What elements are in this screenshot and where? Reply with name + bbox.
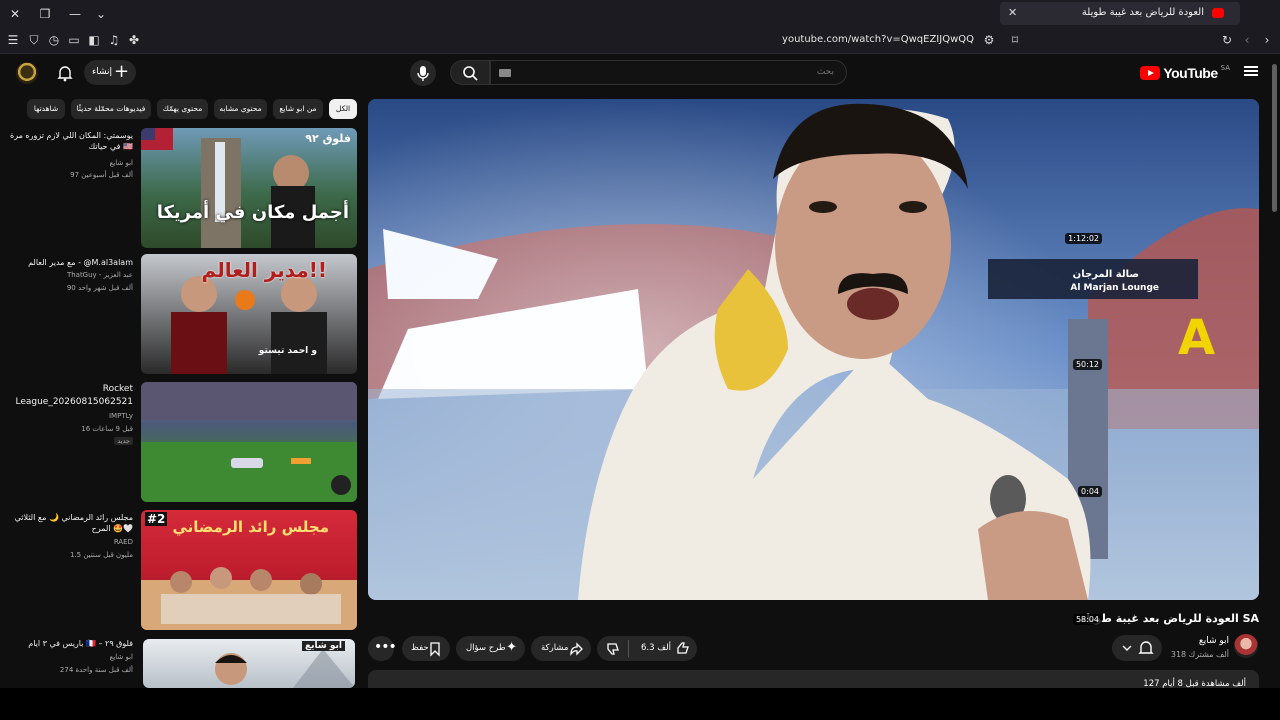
like-dislike-group: 6.3 ألف xyxy=(597,636,697,661)
chip-related[interactable]: محتوى مشابه xyxy=(214,99,267,119)
chip-recently-uploaded[interactable]: فيديوهات محمّلة حديثًا xyxy=(71,99,151,119)
video-title-4[interactable]: مجلس رائد الرمضاني 🌙 مع الثلاثي المرح 🤩🤍 xyxy=(8,512,133,534)
video-meta-4: 1.5 مليون قبل سنتين xyxy=(69,551,133,559)
plus-icon: + xyxy=(114,61,130,82)
window-close-icon[interactable]: ✕ xyxy=(6,5,24,23)
thumbnail-3[interactable] xyxy=(141,382,357,502)
subscribed-notifications-button[interactable] xyxy=(1112,635,1162,661)
site-settings-icon[interactable]: ⚙ xyxy=(982,33,996,47)
tab-title: العودة للرياض بعد غيبة طويلة xyxy=(1081,7,1204,18)
video-meta-5: 274 ألف قبل سنة واحدة xyxy=(59,666,133,674)
save-button[interactable]: حفظ xyxy=(402,636,450,661)
forward-icon[interactable]: › xyxy=(1260,33,1274,47)
reload-icon[interactable]: ↻ xyxy=(1220,33,1234,47)
youtube-logo[interactable]: YouTube SA xyxy=(1140,64,1230,82)
dislike-icon[interactable] xyxy=(605,641,621,657)
video-player[interactable]: A صالة المرجان Al Marjan Lounge xyxy=(368,99,1259,600)
youtube-play-icon xyxy=(1140,66,1161,80)
video-title-2[interactable]: مع مدير العالم - @M.al3alam xyxy=(8,257,133,268)
video-title-5[interactable]: باريس في ٣ ايام 🇫🇷 – فلوق ٢٩ xyxy=(8,638,133,649)
active-tab[interactable]: ✕ العودة للرياض بعد غيبة طويلة xyxy=(1000,2,1240,25)
duration-badge: 1:12:02 xyxy=(1065,233,1102,244)
window-minimize-icon[interactable]: — xyxy=(66,5,84,23)
thumbnail-2[interactable]: مدير العالم!! و احمد تيستو xyxy=(141,254,357,374)
tab-list-chevron-icon[interactable]: ⌄ xyxy=(92,5,110,23)
share-icon xyxy=(570,642,583,656)
duration-badge: 50:12 xyxy=(1072,359,1102,370)
channel-name-5[interactable]: ابو شايع xyxy=(8,652,133,663)
airport-sign-english: Al Marjan Lounge xyxy=(1070,283,1159,293)
channel-name-3[interactable]: IMPTLy xyxy=(8,411,133,422)
bottom-bar xyxy=(0,688,1280,720)
search-input[interactable]: بحث xyxy=(490,60,847,85)
browser-tab-bar: ✕ ❐ — ⌄ + ✕ العودة للرياض بعد غيبة طويلة xyxy=(0,0,1280,27)
window-restore-icon[interactable]: ❐ xyxy=(36,5,54,23)
extensions-icon[interactable]: ✤ xyxy=(127,33,141,47)
tab-close-icon[interactable]: ✕ xyxy=(1008,6,1017,19)
chip-watched[interactable]: شاهدتها xyxy=(27,99,65,119)
search-icon xyxy=(463,66,478,81)
thumbnail-1[interactable]: فلوق ٩٢ أجمل مكان في أمريكا xyxy=(141,128,357,248)
chevron-down-icon xyxy=(1122,645,1132,651)
notifications-bell-icon[interactable] xyxy=(56,64,74,82)
bell-icon xyxy=(1138,641,1154,654)
create-label: إنشاء xyxy=(92,67,113,77)
bookmark-icon xyxy=(430,642,440,657)
airport-sign-arabic: صالة المرجان xyxy=(1072,269,1139,280)
bookmark-icon[interactable]: ⌑ xyxy=(1008,33,1022,47)
channel-name-4[interactable]: RAED xyxy=(8,537,133,548)
channel-name-2[interactable]: ThatGuy - عبد العزيز xyxy=(8,270,133,281)
svg-text:A: A xyxy=(1178,310,1215,366)
like-icon[interactable] xyxy=(675,640,691,656)
video-meta-1: 97 ألف قبل أسبوعين xyxy=(70,171,133,179)
sparkle-icon: ✦ xyxy=(506,640,517,655)
channel-name-1[interactable]: ابو شايع xyxy=(8,158,133,169)
sidebar-icon[interactable]: ◧ xyxy=(87,33,101,47)
subscriber-count: 318 ألف مشترك xyxy=(1170,650,1229,659)
new-badge: جديد xyxy=(114,437,133,445)
account-avatar[interactable] xyxy=(16,62,38,84)
keyboard-icon[interactable] xyxy=(499,69,511,77)
chip-all[interactable]: الكل xyxy=(329,99,357,119)
video-title: العودة للرياض بعد غيبة طويلة SA xyxy=(1079,612,1259,625)
scrollbar-thumb[interactable] xyxy=(1272,64,1277,212)
video-title-3[interactable]: Rocket League_20260815062521 xyxy=(8,383,133,409)
video-meta-2: 90 ألف قبل شهر واحد xyxy=(66,284,133,292)
video-title-1[interactable]: يوسمتي: المكان اللي لازم تزوره مرة في حي… xyxy=(8,130,133,152)
guide-menu-icon[interactable] xyxy=(1244,64,1258,78)
duration-badge: 0:04 xyxy=(1078,486,1102,497)
url-text[interactable]: youtube.com/watch?v=QwqEZIJQwQQ xyxy=(782,34,974,45)
voice-search-button[interactable] xyxy=(410,60,436,86)
video-meta-3: 16 قبل 9 ساعات xyxy=(81,425,133,433)
duration-badge: 58:04 xyxy=(1072,614,1102,625)
wallet-icon[interactable]: ▭ xyxy=(67,33,81,47)
more-icon: ••• xyxy=(374,639,397,655)
chip-for-you[interactable]: محتوى يهمّك xyxy=(157,99,208,119)
thumbnail-5[interactable]: ابو شايع xyxy=(143,639,355,688)
history-icon[interactable]: ◷ xyxy=(47,33,61,47)
share-button[interactable]: مشاركة xyxy=(531,636,591,661)
shield-icon[interactable]: ⛉ xyxy=(27,33,41,47)
mic-icon xyxy=(417,66,429,81)
hamburger-menu-icon[interactable]: ☰ xyxy=(6,33,20,47)
music-icon[interactable]: ♫ xyxy=(107,33,121,47)
chip-from-channel[interactable]: من ابو شايع xyxy=(273,99,323,119)
channel-name[interactable]: ابو شايع xyxy=(1199,636,1229,646)
thumbnail-4[interactable]: #2 مجلس رائد الرمضاني xyxy=(141,510,357,630)
search-button[interactable] xyxy=(450,60,490,85)
youtube-favicon-icon xyxy=(1212,8,1224,18)
more-actions-button[interactable]: ••• xyxy=(368,636,397,661)
channel-avatar[interactable] xyxy=(1234,634,1258,658)
like-count[interactable]: 6.3 ألف xyxy=(641,643,671,653)
back-icon[interactable]: ‹ xyxy=(1240,33,1254,47)
ask-button[interactable]: طرح سؤال ✦ xyxy=(456,636,525,661)
video-frame: A xyxy=(368,99,1259,600)
